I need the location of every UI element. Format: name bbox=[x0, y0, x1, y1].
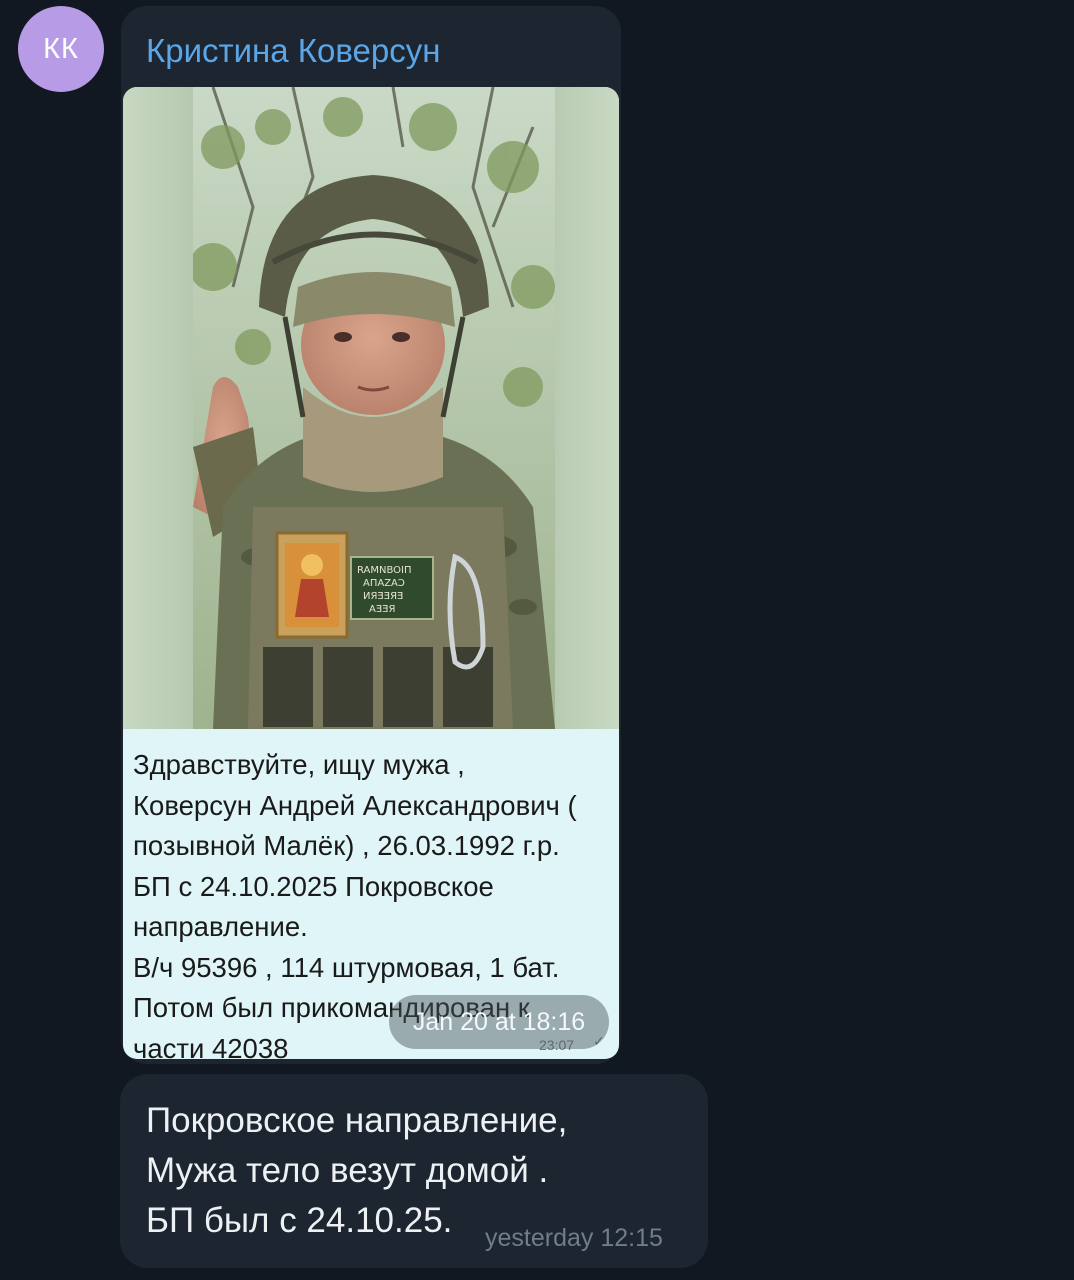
left-eye bbox=[334, 332, 352, 342]
message-timestamp-text: Jan 20 at 18:16 bbox=[412, 1007, 586, 1036]
message-line: Покровское направление, bbox=[146, 1101, 568, 1140]
svg-text:ΑΠΑΖΑϽ: ΑΠΑΖΑϽ bbox=[363, 578, 405, 589]
sender-avatar[interactable]: КК bbox=[18, 6, 104, 92]
svg-text:RAMNBOIΠ: RAMNBOIΠ bbox=[357, 565, 412, 576]
caption-line: позывной Малёк) , 26.03.1992 г.р. bbox=[133, 830, 560, 861]
caption-line: Здравствуйте, ищу мужа , bbox=[133, 749, 465, 780]
sender-name[interactable]: Кристина Коверсун bbox=[146, 32, 440, 70]
right-eye bbox=[392, 332, 410, 342]
caption-line: В/ч 95396 , 114 штурмовая, 1 бат. bbox=[133, 951, 560, 983]
soldier-photo[interactable]: RAMNBOIΠ ΑΠΑΖΑϽ ИЯƎƎЯƎ ΑƎƎЯ bbox=[193, 87, 555, 729]
caption-line: направление. bbox=[133, 911, 308, 942]
svg-text:ИЯƎƎЯƎ: ИЯƎƎЯƎ bbox=[363, 591, 403, 602]
message-line: Мужа тело везут домой . bbox=[146, 1151, 549, 1190]
caption-line: Коверсун Андрей Александрович ( bbox=[133, 789, 577, 821]
message-timestamp: Jan 20 at 18:16 bbox=[389, 995, 609, 1049]
chat-view: КК Кристина Коверсун RAMNBOIΠ ΑΠΑΖΑϽ ИЯƎ… bbox=[0, 0, 1074, 1280]
svg-text:ΑƎƎЯ: ΑƎƎЯ bbox=[369, 604, 395, 615]
caption-line: БП с 24.10.2025 Покровское bbox=[133, 870, 494, 902]
icon-figure bbox=[295, 579, 329, 617]
photo-blur-left bbox=[123, 87, 193, 729]
icon-halo bbox=[301, 554, 323, 576]
avatar-initials: КК bbox=[43, 32, 79, 65]
photo-blur-right bbox=[555, 87, 619, 729]
forwarded-photo-card[interactable]: RAMNBOIΠ ΑΠΑΖΑϽ ИЯƎƎЯƎ ΑƎƎЯ Здравствуйте bbox=[123, 87, 619, 1059]
message-timestamp: yesterday 12:15 bbox=[485, 1224, 663, 1252]
